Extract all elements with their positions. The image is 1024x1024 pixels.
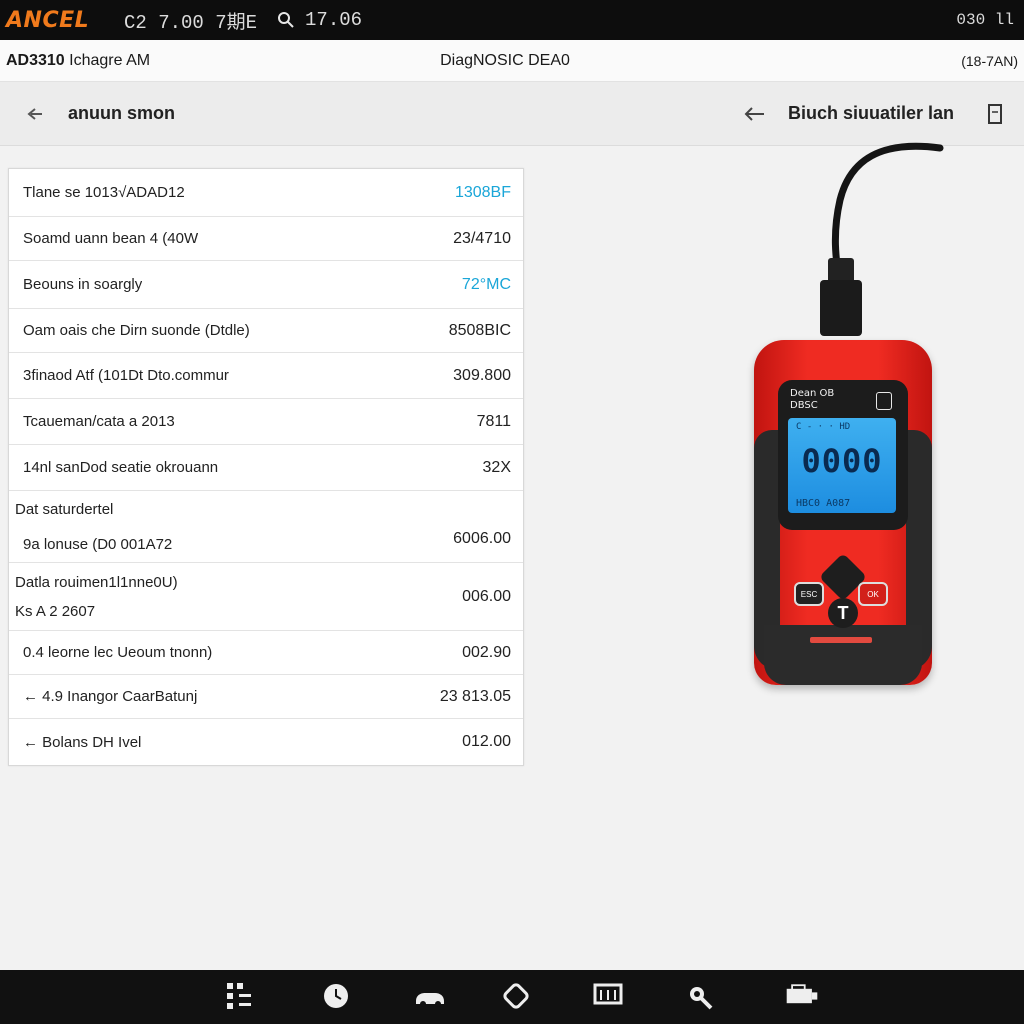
apps-grid-icon[interactable]	[222, 978, 258, 1014]
document-icon[interactable]	[988, 103, 1002, 124]
status-bar: ANCEL C2 7.00 7期E 17.06 030 ll	[0, 0, 1024, 40]
bottom-dock	[0, 970, 1024, 1024]
row-value: 6006.00	[453, 529, 511, 547]
arrow-left-icon[interactable]	[744, 106, 766, 122]
search-value: 17.06	[305, 9, 363, 31]
table-row[interactable]: Soamd uann bean 4 (40W 23/4710	[9, 217, 523, 261]
row-label: Tlane se 1013√ADAD12	[23, 184, 185, 201]
search-icon[interactable]	[277, 11, 295, 29]
table-row[interactable]: Datla rouimen1l1nne0U) Ks A 2 2607 006.0…	[9, 563, 523, 631]
car-icon[interactable]	[412, 978, 448, 1014]
table-row[interactable]: 14nl sanDod seatie okrouann 32X	[9, 445, 523, 491]
row-label: 0.4 leorne lec Ueoum tnonn)	[23, 644, 213, 661]
lock-icon	[876, 392, 892, 410]
row-value: 002.90	[462, 643, 511, 661]
device-screen: C - · · HD 0000 HBC0 A087	[788, 418, 896, 513]
clock-icon[interactable]	[318, 978, 354, 1014]
table-row[interactable]: 3finaod Atf (101Dt Dto.commur 309.800	[9, 353, 523, 399]
row-label: Oam oais che Dirn suonde (Dtdle)	[23, 322, 250, 339]
cable-icon	[820, 142, 944, 336]
tag-icon[interactable]	[498, 978, 534, 1014]
screen-bottom-text: HBC0 A087	[796, 498, 851, 509]
row-value: 7811	[476, 412, 511, 430]
row-label: 3finaod Atf (101Dt Dto.commur	[23, 367, 229, 384]
row-value: 012.00	[462, 733, 511, 750]
device-ok-button: OK	[858, 582, 888, 606]
table-row[interactable]: ← 4.9 Inangor CaarBatunj 23 813.05	[9, 675, 523, 719]
back-arrow-icon	[27, 107, 42, 120]
row-label: Dat saturdertel	[15, 500, 114, 518]
row-value: 23/4710	[453, 229, 511, 247]
table-row[interactable]: ← Bolans DH Ivel 012.00	[9, 719, 523, 765]
device-brand-label	[810, 637, 872, 643]
back-button[interactable]	[22, 100, 50, 128]
row-value: 8508BIC	[448, 321, 511, 339]
device-header-line2: DBSC	[790, 400, 818, 411]
row-value: 32X	[482, 458, 511, 476]
row-label: Beouns in soargly	[23, 276, 143, 293]
row-label: Soamd uann bean 4 (40W	[23, 230, 199, 247]
row-label: ← Bolans DH Ivel	[23, 733, 142, 751]
row-value: 006.00	[462, 587, 511, 605]
status-time: C2 7.00 7期E	[124, 11, 258, 34]
table-row[interactable]: Tcaueman/cata a 2013 7811	[9, 399, 523, 445]
obd-scanner-image: Dean OB DBSC C - · · HD 0000 HBC0 A087 E…	[740, 140, 950, 700]
device-esc-button: ESC	[794, 582, 824, 606]
row-value: 72°MC	[461, 275, 511, 293]
row-value: 1308BF	[454, 183, 511, 201]
print-icon[interactable]	[784, 978, 820, 1014]
table-row[interactable]: Tlane se 1013√ADAD12 1308BF	[9, 169, 523, 217]
row-label: 14nl sanDod seatie okrouann	[23, 459, 219, 476]
device-header-line1: Dean OB	[790, 388, 835, 399]
brand-logo: ANCEL	[6, 7, 90, 33]
settings-key-icon[interactable]	[682, 978, 718, 1014]
device-bottom	[764, 625, 922, 685]
page-title: DiagNOSIC DEA0	[440, 51, 570, 69]
dpad-down-button: T	[828, 598, 858, 628]
row-value: 309.800	[453, 366, 511, 384]
toolbar-right-label[interactable]: Biuch siuuatiler lan	[788, 103, 954, 124]
toolbar: anuun smon Biuch siuuatiler lan	[0, 82, 1024, 146]
calendar-icon[interactable]	[590, 978, 626, 1014]
table-row[interactable]: Oam oais che Dirn suonde (Dtdle) 8508BIC	[9, 309, 523, 353]
title-bar: AD3310 Ichagre AM DiagNOSIC DEA0 (18-7AN…	[0, 40, 1024, 82]
row-label: Tcaueman/cata a 2013	[23, 413, 175, 430]
search-area[interactable]: 17.06	[277, 9, 362, 31]
table-row[interactable]: Beouns in soargly 72°MC	[9, 261, 523, 309]
row-sublabel: 9a lonuse (D0 001A72	[23, 535, 173, 553]
live-data-table: Tlane se 1013√ADAD12 1308BF Soamd uann b…	[8, 168, 524, 766]
table-row[interactable]: 0.4 leorne lec Ueoum tnonn) 002.90	[9, 631, 523, 675]
device-header-text: Dean OB DBSC	[790, 388, 834, 412]
row-label: Datla rouimen1l1nne0U)	[15, 573, 178, 591]
row-label: ← 4.9 Inangor CaarBatunj	[23, 688, 198, 705]
screen-reading: 0000	[801, 442, 883, 480]
toolbar-left-label: anuun smon	[68, 103, 175, 123]
table-row[interactable]: Dat saturdertel 9a lonuse (D0 001A72 600…	[9, 491, 523, 563]
status-right-text: 030 ll	[956, 11, 1014, 29]
row-value: 23 813.05	[439, 687, 511, 705]
screen-top-text: C - · · HD	[796, 422, 851, 432]
row-sublabel: Ks A 2 2607	[15, 602, 96, 620]
